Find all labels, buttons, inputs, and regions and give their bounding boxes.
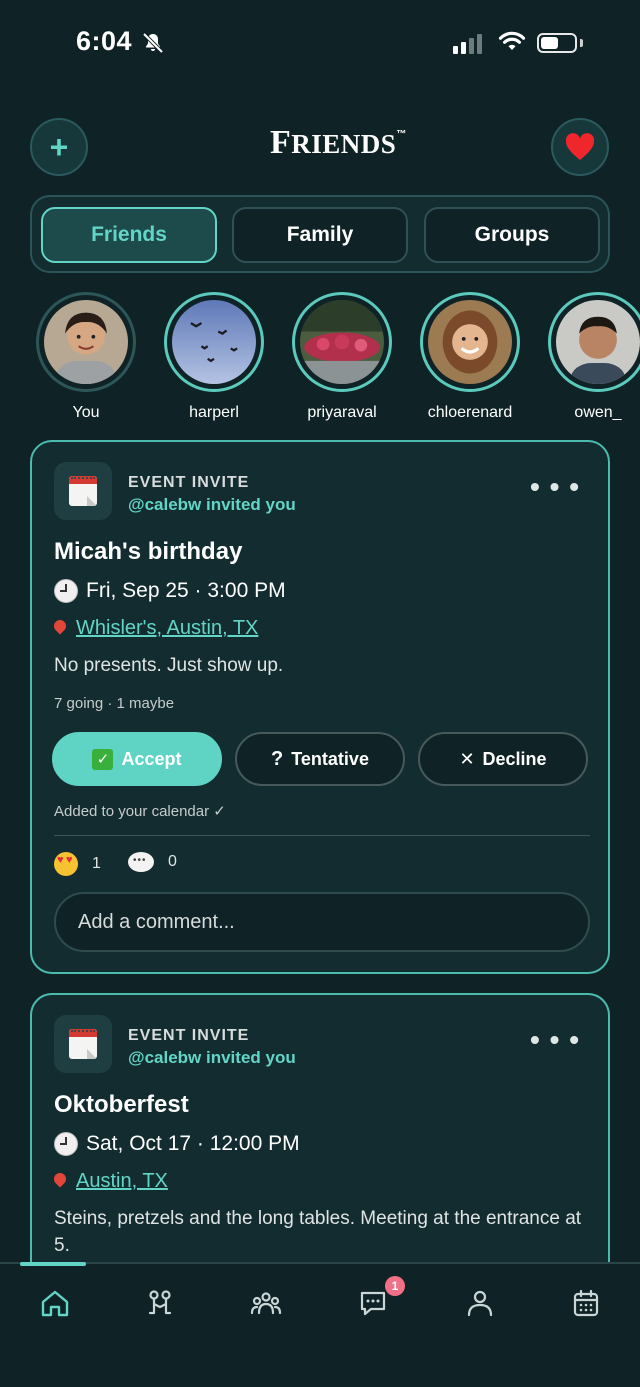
- story-owen[interactable]: owen_: [548, 292, 640, 422]
- bottom-nav: [0, 1262, 640, 1387]
- clock-icon: [54, 1132, 78, 1156]
- event-description: Steins, pretzels and the long tables. Me…: [54, 1208, 582, 1256]
- event-inviter[interactable]: @calebw invited you: [128, 1048, 296, 1068]
- bell-muted-icon: [142, 32, 164, 54]
- tentative-label: Tentative: [291, 748, 369, 769]
- story-name: harperl: [189, 404, 239, 421]
- plus-icon: +: [49, 129, 69, 165]
- nav-profile[interactable]: [460, 1283, 500, 1323]
- more-options-icon[interactable]: • • •: [530, 1026, 580, 1054]
- calendar-icon: [54, 1015, 112, 1073]
- event-location-text[interactable]: Austin, TX: [76, 1170, 168, 1193]
- group-icon: [250, 1292, 282, 1315]
- tab-friends[interactable]: Friends: [41, 207, 217, 263]
- home-icon: [41, 1290, 69, 1317]
- story-priyaraval[interactable]: priyaraval: [292, 292, 392, 422]
- event-card: EVENT INVITE @calebw invited you • • • M…: [30, 440, 610, 974]
- active-tab-indicator: [20, 1262, 86, 1266]
- comment-input[interactable]: Add a comment...: [54, 892, 590, 952]
- story-name: You: [72, 404, 100, 421]
- battery-tip: [580, 39, 583, 47]
- calendar-grid-icon: [573, 1289, 599, 1317]
- battery-icon: [537, 33, 577, 53]
- comment-count: 0: [168, 853, 177, 870]
- event-label: EVENT INVITE: [128, 474, 250, 491]
- chat-icon: [360, 1291, 386, 1316]
- heart-eyes-icon: [54, 852, 78, 876]
- tab-groups[interactable]: Groups: [424, 207, 600, 263]
- avatar: [44, 300, 128, 384]
- story-chloerenard[interactable]: chloerenard: [420, 292, 520, 422]
- close-icon: ✕: [459, 748, 475, 769]
- event-label: EVENT INVITE: [128, 1027, 250, 1044]
- pin-icon: [51, 1170, 69, 1187]
- people-pair-icon: [148, 1290, 172, 1315]
- event-location[interactable]: Austin, TX: [51, 1170, 168, 1193]
- calendar-icon: [54, 462, 112, 520]
- event-time-text: Fri, Sep 25 · 3:00 PM: [86, 579, 286, 602]
- check-icon: ✓: [92, 748, 114, 770]
- nav-groups[interactable]: [246, 1283, 286, 1323]
- story-harperl[interactable]: harperl: [164, 292, 264, 422]
- story-name: priyaraval: [307, 404, 377, 421]
- event-location-text[interactable]: Whisler's, Austin, TX: [76, 617, 258, 640]
- segment-tabs: Friends Family Groups: [30, 195, 610, 273]
- event-time: Sat, Oct 17 · 12:00 PM: [54, 1132, 300, 1156]
- nav-friends[interactable]: [140, 1283, 180, 1323]
- nav-home[interactable]: [35, 1283, 75, 1323]
- event-location[interactable]: Whisler's, Austin, TX: [51, 617, 258, 640]
- comments-button[interactable]: ••• 0: [128, 852, 177, 872]
- event-title: Micah's birthday: [54, 538, 243, 565]
- person-icon: [467, 1290, 493, 1317]
- accept-label: Accept: [121, 748, 182, 769]
- accept-button[interactable]: ✓ Accept: [52, 732, 222, 786]
- cell-signal-icon: [453, 32, 482, 54]
- decline-button[interactable]: ✕ Decline: [418, 732, 588, 786]
- wifi-icon: [498, 31, 526, 50]
- messages-badge: 1: [385, 1276, 405, 1296]
- story-you[interactable]: You: [36, 292, 136, 422]
- calendar-status: Added to your calendar ✓: [54, 803, 226, 820]
- tab-family[interactable]: Family: [232, 207, 408, 263]
- question-icon: ?: [271, 747, 284, 770]
- tentative-button[interactable]: ? Tentative: [235, 732, 405, 786]
- divider: [54, 835, 590, 836]
- nav-calendar[interactable]: [566, 1283, 606, 1323]
- event-stats: 7 going · 1 maybe: [54, 695, 175, 712]
- clock-icon: [54, 579, 78, 603]
- event-time: Fri, Sep 25 · 3:00 PM: [54, 579, 286, 603]
- status-time: 6:04: [76, 26, 133, 56]
- story-name: chloerenard: [427, 404, 513, 421]
- event-inviter[interactable]: @calebw invited you: [128, 495, 296, 515]
- heart-icon: [565, 133, 595, 160]
- event-description: No presents. Just show up.: [54, 655, 284, 676]
- avatar: [428, 300, 512, 384]
- story-name: owen_: [574, 404, 622, 421]
- avatar: [556, 300, 640, 384]
- event-card: EVENT INVITE @calebw invited you • • • O…: [30, 993, 610, 1293]
- decline-label: Decline: [482, 748, 547, 769]
- speech-bubble-icon: •••: [128, 852, 154, 872]
- love-count: 1: [92, 855, 101, 872]
- event-title: Oktoberfest: [54, 1091, 189, 1118]
- avatar: [300, 300, 384, 384]
- favorites-button[interactable]: [551, 118, 609, 176]
- add-button[interactable]: +: [30, 118, 88, 176]
- more-options-icon[interactable]: • • •: [530, 473, 580, 501]
- pin-icon: [51, 617, 69, 634]
- avatar: [172, 300, 256, 384]
- love-reaction[interactable]: 1: [54, 852, 101, 876]
- event-time-text: Sat, Oct 17 · 12:00 PM: [86, 1132, 300, 1155]
- app-logo: FRIENDS™: [270, 124, 407, 161]
